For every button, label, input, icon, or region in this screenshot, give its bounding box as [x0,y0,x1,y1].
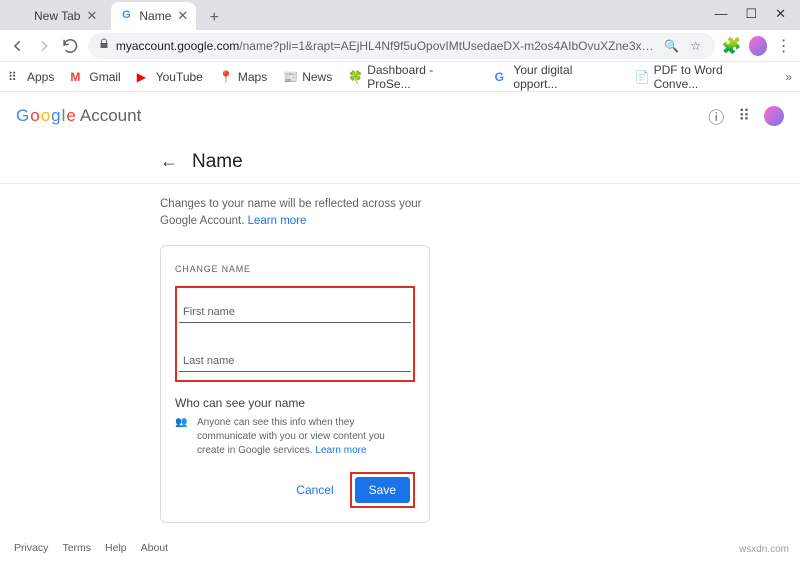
extensions-icon[interactable]: 🧩 [723,37,741,55]
bookmarks-bar: ⠿ Apps M Gmail ▶ YouTube 📍 Maps 📰 News 🍀 Dashb… [0,62,800,92]
close-window-icon[interactable]: ✕ [775,6,786,22]
tab-title: New Tab [34,9,80,23]
bookmark-label: Maps [238,70,267,84]
bookmark-label: Gmail [89,70,120,84]
back-button[interactable] [8,36,27,56]
google-icon: G [495,70,509,84]
app-header: Google Account ⓘ ⠿ [0,92,800,140]
bookmark-apps[interactable]: ⠿ Apps [8,70,54,84]
bookmark-label: Your digital opport... [513,63,618,91]
first-name-label: First name [183,306,407,318]
learn-more-link[interactable]: Learn more [248,215,307,227]
bookmark-label: Dashboard - ProSe... [367,63,478,91]
maximize-icon[interactable]: ☐ [745,6,757,22]
tab-new[interactable]: New Tab ✕ [6,2,105,30]
save-highlight: Save [350,472,415,508]
clover-icon: 🍀 [348,70,362,84]
footer-privacy[interactable]: Privacy [14,542,48,554]
bookmark-news[interactable]: 📰 News [283,70,332,84]
footer-help[interactable]: Help [105,542,127,554]
bookmark-maps[interactable]: 📍 Maps [219,70,267,84]
change-name-card: CHANGE NAME First name Last name Who can… [160,245,430,523]
close-icon[interactable]: ✕ [177,8,188,24]
card-heading: CHANGE NAME [175,264,415,274]
first-name-field[interactable]: First name [179,292,411,323]
tab-name[interactable]: G Name ✕ [111,2,196,30]
visibility-info: 👥 Anyone can see this info when they com… [175,416,415,458]
google-logo: Google [16,106,76,126]
forward-button[interactable] [35,36,54,56]
visibility-heading: Who can see your name [175,396,415,410]
name-fields-highlight: First name Last name [175,286,415,382]
bookmark-label: Apps [27,70,54,84]
profile-avatar[interactable] [749,36,768,56]
youtube-icon: ▶ [137,70,151,84]
main-content: Changes to your name will be reflected a… [0,184,440,523]
account-text: Account [80,106,141,126]
account-avatar[interactable] [764,106,784,126]
bookmark-pdf[interactable]: 📄 PDF to Word Conve... [635,63,770,91]
people-icon: 👥 [175,416,189,458]
grid-icon: ⠿ [8,70,22,84]
gmail-icon: M [70,70,84,84]
url-text: myaccount.google.com/name?pli=1&rapt=AEj… [116,39,657,53]
learn-more-link[interactable]: Learn more [315,445,366,456]
news-icon: 📰 [283,70,297,84]
search-icon[interactable]: 🔍 [663,37,681,55]
bookmark-gmail[interactable]: M Gmail [70,70,120,84]
back-arrow-icon[interactable]: ← [160,151,178,172]
bookmark-digital[interactable]: G Your digital opport... [495,63,619,91]
bookmark-label: PDF to Word Conve... [654,63,770,91]
pdf-icon: 📄 [635,70,649,84]
lock-icon [98,38,110,53]
watermark: wsxdn.com [736,543,792,556]
footer-about[interactable]: About [141,542,168,554]
card-actions: Cancel Save [175,472,415,508]
footer-terms[interactable]: Terms [62,542,91,554]
close-icon[interactable]: ✕ [86,8,97,24]
menu-icon[interactable]: ⋮ [775,37,792,55]
cancel-button[interactable]: Cancel [296,483,333,497]
last-name-label: Last name [183,355,407,367]
page-description: Changes to your name will be reflected a… [160,196,440,231]
save-button[interactable]: Save [355,477,410,503]
new-tab-button[interactable]: + [202,6,226,30]
favicon-google: G [119,9,133,23]
tab-title: Name [139,9,171,23]
footer-links: Privacy Terms Help About [14,542,168,554]
help-icon[interactable]: ⓘ [708,104,724,128]
bookmark-label: YouTube [156,70,203,84]
last-name-field[interactable]: Last name [179,341,411,372]
favicon-blank [14,9,28,23]
browser-toolbar: myaccount.google.com/name?pli=1&rapt=AEj… [0,30,800,62]
maps-icon: 📍 [219,70,233,84]
apps-grid-icon[interactable]: ⠿ [738,106,750,126]
visibility-text: Anyone can see this info when they commu… [197,416,415,458]
page-title: Name [192,151,243,173]
page-header: ← Name [0,140,800,184]
bookmark-youtube[interactable]: ▶ YouTube [137,70,203,84]
bookmark-label: News [302,70,332,84]
bookmark-dashboard[interactable]: 🍀 Dashboard - ProSe... [348,63,478,91]
star-icon[interactable]: ☆ [687,37,705,55]
reload-button[interactable] [61,36,80,56]
address-bar[interactable]: myaccount.google.com/name?pli=1&rapt=AEj… [88,33,715,59]
bookmark-overflow-icon[interactable]: » [785,70,792,84]
browser-tabstrip: New Tab ✕ G Name ✕ + — ☐ ✕ [0,0,800,30]
minimize-icon[interactable]: — [714,6,727,22]
